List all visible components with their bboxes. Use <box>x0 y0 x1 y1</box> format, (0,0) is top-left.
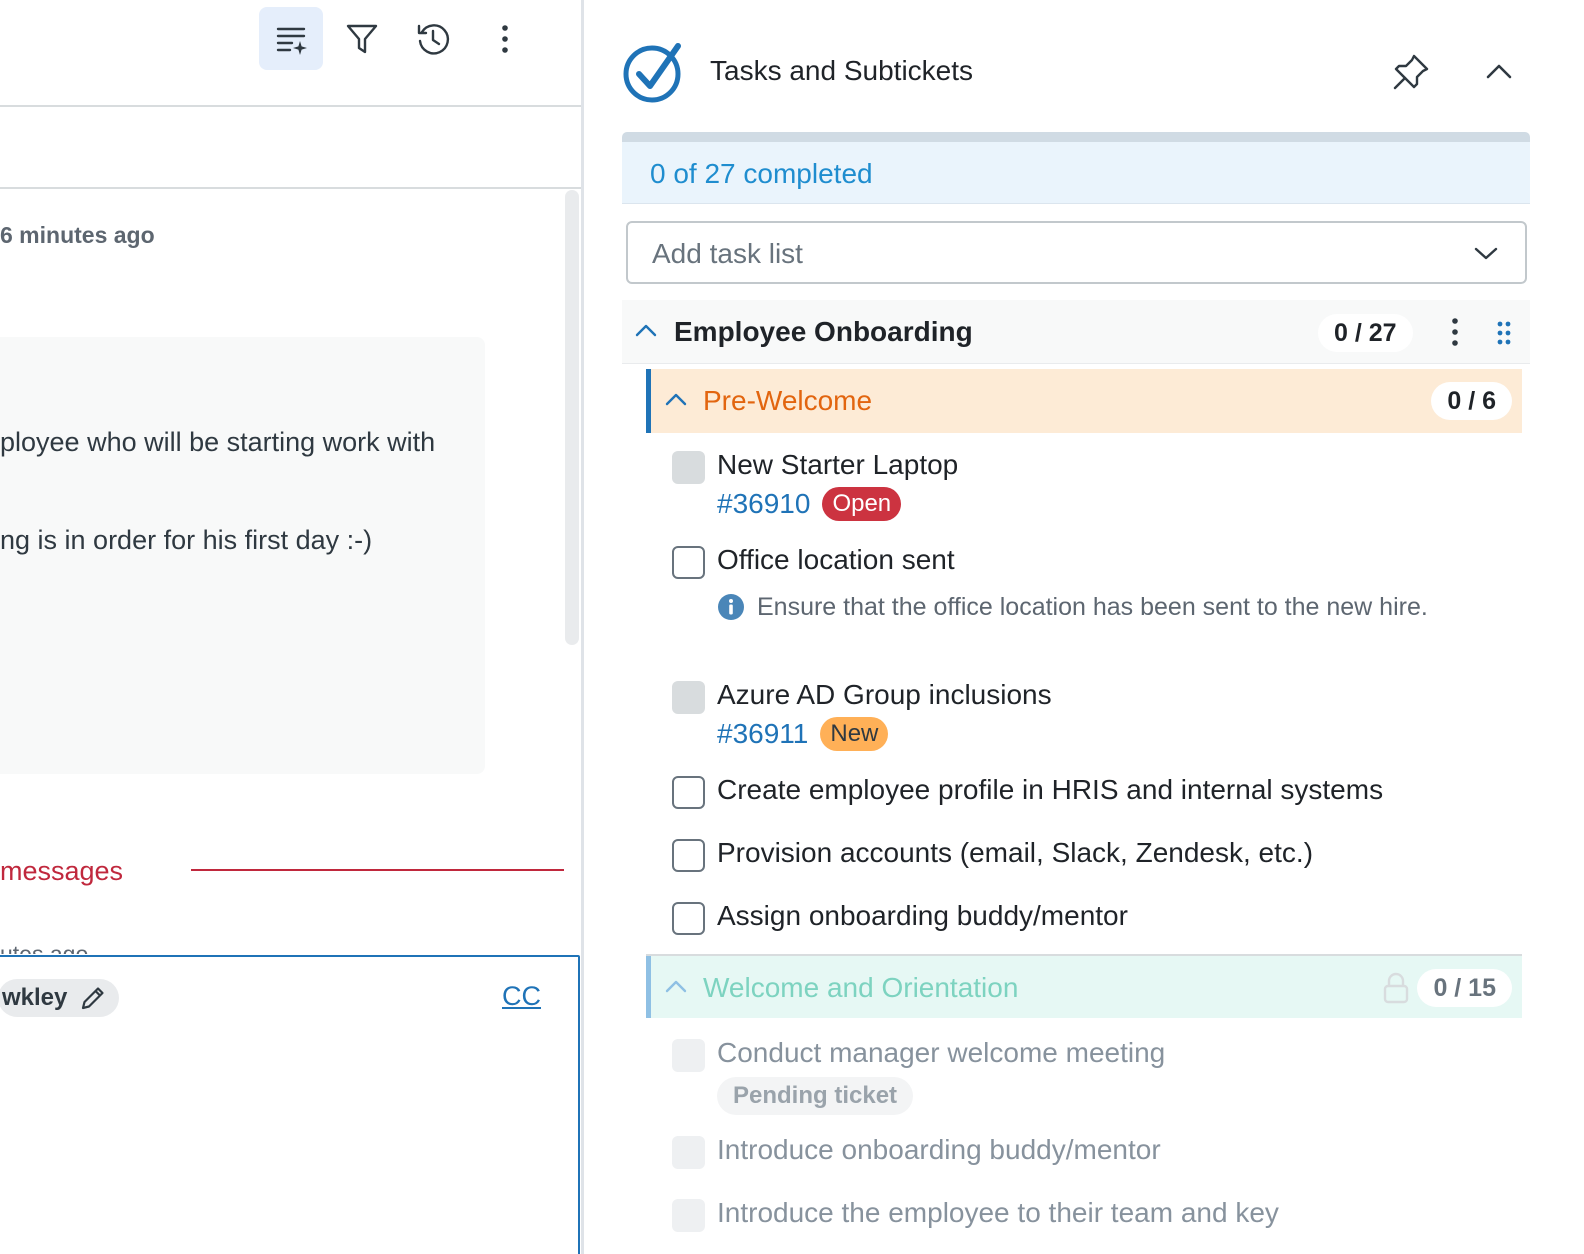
task-title: Office location sent <box>717 544 955 575</box>
task-checkbox[interactable] <box>672 546 705 579</box>
status-badge: New <box>820 717 889 751</box>
task-title: Introduce the employee to their team and… <box>717 1197 1279 1228</box>
section-title: Welcome and Orientation <box>703 972 1019 1003</box>
message-line: ployee who will be starting work with <box>0 427 436 457</box>
section-header-pre-welcome[interactable]: Pre-Welcome 0 / 6 <box>646 369 1522 433</box>
new-messages-divider-line <box>191 869 564 871</box>
ticket-link[interactable]: #36911 <box>717 718 808 750</box>
task-title: Introduce onboarding buddy/mentor <box>717 1134 1161 1165</box>
history-button[interactable] <box>401 7 465 70</box>
kebab-menu-icon[interactable] <box>1448 316 1462 348</box>
task-note-text: Ensure that the office location has been… <box>757 593 1428 621</box>
ticket-row: #36910 Open <box>717 487 902 521</box>
reply-composer[interactable]: wkley CC <box>0 955 580 1254</box>
cc-link[interactable]: CC <box>502 981 541 1012</box>
section-count: 0 / 15 <box>1417 969 1512 1007</box>
filter-button[interactable] <box>330 7 394 70</box>
chevron-up-icon[interactable] <box>664 978 688 994</box>
task-group-count: 0 / 27 <box>1318 314 1413 352</box>
task-checkbox[interactable] <box>672 839 705 872</box>
add-task-list-placeholder: Add task list <box>652 238 803 269</box>
chevron-up-icon[interactable] <box>664 391 688 407</box>
status-badge: Pending ticket <box>717 1077 914 1115</box>
section-accent-bar <box>646 956 651 1018</box>
drag-handle-icon[interactable] <box>1496 320 1512 346</box>
task-checkbox[interactable] <box>672 776 705 809</box>
progress-summary: 0 of 27 completed <box>622 142 1530 204</box>
add-task-list-select[interactable]: Add task list <box>626 221 1527 284</box>
history-icon <box>417 23 450 55</box>
task-title: Create employee profile in HRIS and inte… <box>717 774 1384 805</box>
ticket-row: #36911 New <box>717 717 889 751</box>
task-checkbox[interactable] <box>672 451 705 484</box>
chevron-up-icon[interactable] <box>1484 60 1514 84</box>
section-accent-bar <box>646 369 651 433</box>
message-timestamp: 6 minutes ago <box>0 222 155 248</box>
conversation-scrollbar[interactable] <box>565 190 579 645</box>
status-badge: Open <box>822 487 902 521</box>
recipient-pill[interactable]: wkley <box>0 979 120 1017</box>
ticket-link[interactable]: #36910 <box>717 488 810 520</box>
conversation-pane: 6 minutes ago ployee who will be startin… <box>0 0 581 1254</box>
lock-icon <box>1383 972 1409 1004</box>
new-messages-divider-label: messages <box>0 856 124 886</box>
task-checkbox <box>672 1136 705 1169</box>
task-group-header[interactable]: Employee Onboarding 0 / 27 <box>622 300 1530 364</box>
task-title: Azure AD Group inclusions <box>717 679 1052 710</box>
message-line: ng is in order for his first day :-) <box>0 525 373 555</box>
conversation-toolbar <box>0 0 581 107</box>
message-bubble: ployee who will be starting work with ng… <box>0 337 485 774</box>
more-options-button[interactable] <box>473 7 537 70</box>
task-checkbox[interactable] <box>672 902 705 935</box>
conversation-subbar <box>0 109 581 189</box>
filter-icon <box>346 24 378 53</box>
task-checkbox <box>672 1039 705 1072</box>
task-title: Assign onboarding buddy/mentor <box>717 900 1128 931</box>
task-title: Conduct manager welcome meeting <box>717 1037 1166 1068</box>
section-header-welcome-and-orientation[interactable]: Welcome and Orientation 0 / 15 <box>646 954 1522 1018</box>
kebab-menu-icon <box>502 24 508 53</box>
tasks-panel: Tasks and Subtickets 0 of 27 completed A… <box>584 0 1584 1254</box>
task-checkbox[interactable] <box>672 681 705 714</box>
ticket-row: Pending ticket <box>717 1077 914 1115</box>
pencil-icon[interactable] <box>79 984 107 1012</box>
panel-title: Tasks and Subtickets <box>710 55 974 86</box>
progress-bar <box>622 132 1530 142</box>
task-note: Ensure that the office location has been… <box>717 590 1447 625</box>
section-title: Pre-Welcome <box>703 385 873 416</box>
task-checkbox <box>672 1199 705 1232</box>
progress-text: 0 of 27 completed <box>650 158 873 189</box>
section-count: 0 / 6 <box>1431 382 1512 420</box>
task-title: New Starter Laptop <box>717 449 959 480</box>
task-group-title: Employee Onboarding <box>674 316 973 347</box>
info-icon <box>718 594 744 620</box>
task-title: Provision accounts (email, Slack, Zendes… <box>717 837 1314 868</box>
pin-icon[interactable] <box>1392 53 1430 91</box>
recipient-name: wkley <box>2 984 68 1011</box>
check-circle-logo-icon <box>623 43 681 103</box>
chevron-up-icon[interactable] <box>634 322 658 338</box>
ai-summary-icon <box>276 27 307 55</box>
message-timestamp-partial: utes ago <box>0 941 89 954</box>
ai-summary-button[interactable] <box>259 7 323 70</box>
chevron-down-icon <box>1474 247 1498 260</box>
